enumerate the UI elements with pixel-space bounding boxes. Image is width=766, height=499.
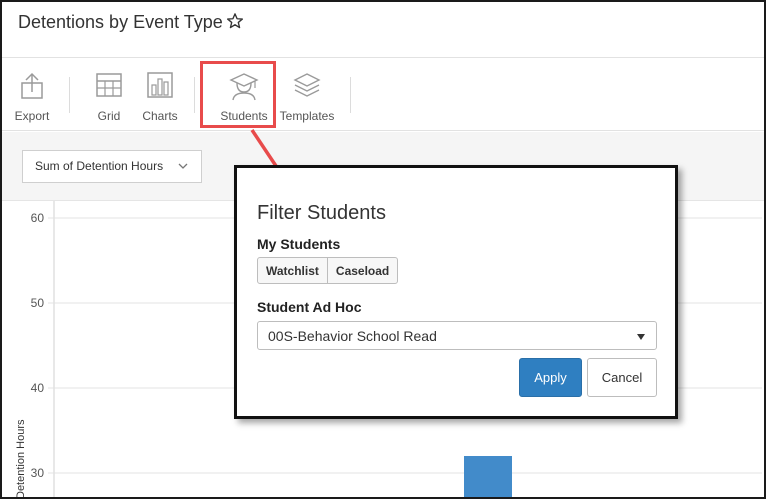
metric-select-value: Sum of Detention Hours — [35, 159, 164, 173]
charts-button[interactable]: Charts — [136, 59, 184, 131]
my-students-button-group: Watchlist Caseload — [257, 257, 399, 284]
apply-button[interactable]: Apply — [519, 358, 582, 397]
app-frame: Detentions by Event Type Export Grid Cha… — [0, 0, 766, 499]
metric-select[interactable]: Sum of Detention Hours — [22, 150, 202, 183]
toolbar-separator — [69, 77, 70, 113]
bar-chart-icon — [147, 72, 173, 98]
y-tick-label: 50 — [31, 296, 45, 310]
y-tick-label: 40 — [31, 381, 45, 395]
student-ad-hoc-select[interactable]: 00S-Behavior School Read — [257, 321, 657, 350]
templates-label: Templates — [279, 109, 335, 123]
grid-label: Grid — [97, 109, 121, 123]
grid-button[interactable]: Grid — [86, 59, 132, 131]
y-tick-label: 30 — [31, 466, 45, 480]
student-ad-hoc-label: Student Ad Hoc — [257, 299, 362, 315]
layers-icon — [293, 73, 321, 97]
export-button[interactable]: Export — [6, 59, 58, 131]
toolbar-separator — [350, 77, 351, 113]
export-icon — [21, 72, 43, 99]
ad-hoc-select-value: 00S-Behavior School Read — [268, 328, 437, 344]
dialog-title: Filter Students — [257, 202, 386, 224]
page-title: Detentions by Event Type — [18, 12, 223, 32]
export-label: Export — [14, 109, 50, 123]
charts-label: Charts — [142, 109, 178, 123]
y-axis-label: Detention Hours — [15, 419, 27, 499]
caret-down-icon — [637, 334, 645, 340]
chart-bar[interactable] — [464, 456, 512, 499]
star-icon[interactable] — [226, 12, 244, 30]
y-tick-label: 60 — [31, 211, 45, 225]
title-bar: Detentions by Event Type — [2, 2, 764, 58]
cancel-button[interactable]: Cancel — [587, 358, 657, 397]
toolbar-separator — [194, 77, 195, 113]
watchlist-button[interactable]: Watchlist — [258, 258, 327, 283]
chevron-down-icon — [178, 163, 188, 169]
students-highlight-box — [200, 61, 276, 128]
templates-button[interactable]: Templates — [276, 59, 338, 131]
my-students-label: My Students — [257, 236, 341, 252]
caseload-button[interactable]: Caseload — [326, 258, 397, 283]
grid-icon — [96, 73, 122, 97]
filter-students-dialog: Filter Students My Students Watchlist Ca… — [234, 165, 678, 419]
toolbar: Export Grid Charts Students Templates — [2, 59, 764, 131]
